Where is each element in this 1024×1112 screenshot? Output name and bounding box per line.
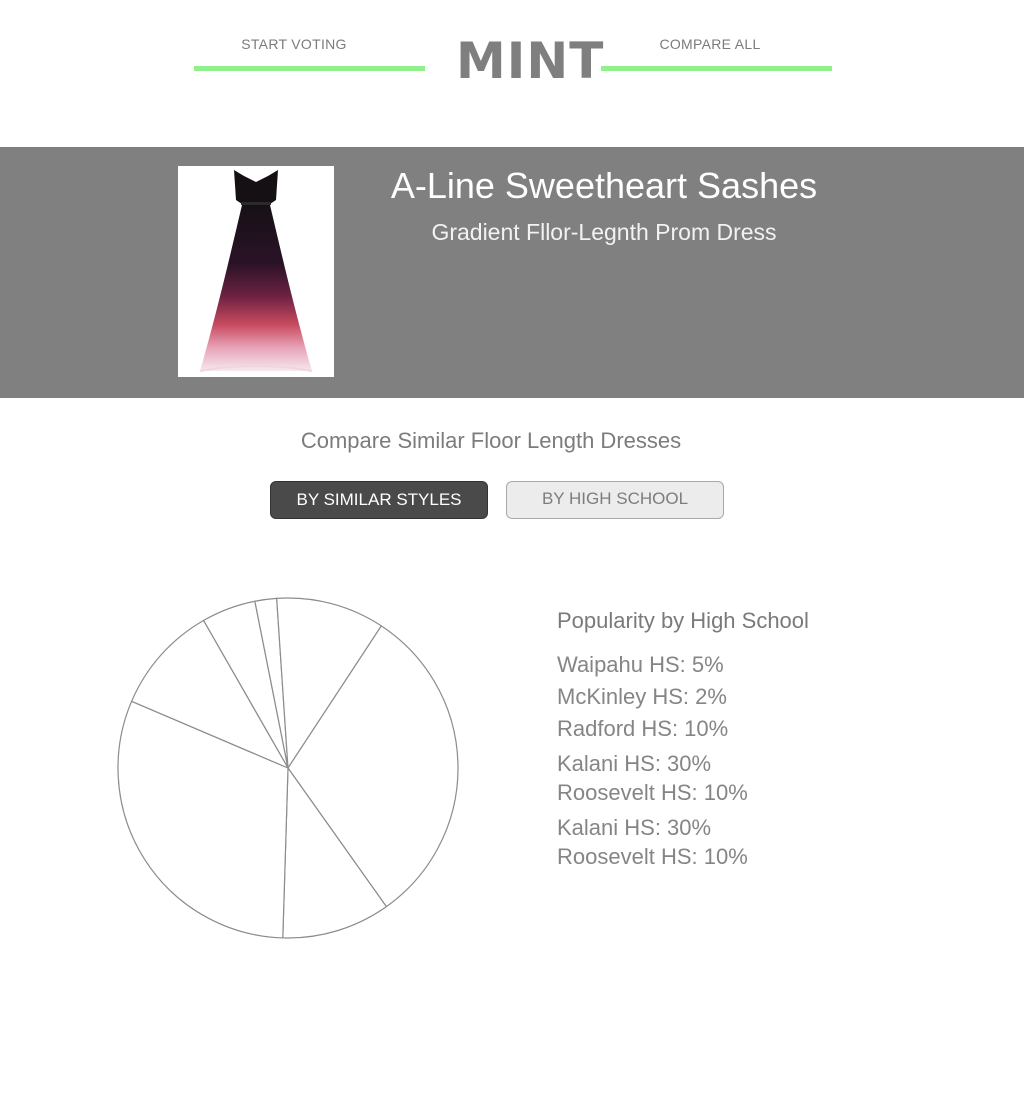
product-subtitle: Gradient Fllor-Legnth Prom Dress [431,219,777,245]
dress-image [178,166,334,377]
popularity-pie-chart [117,597,459,939]
product-title: A-Line Sweetheart Sashes [390,165,818,206]
popularity-item: McKinley HS: 2% [557,684,727,709]
popularity-item: Radford HS: 10% [557,716,729,741]
popularity-item: Roosevelt HS: 10% [557,844,748,869]
tab-high-school[interactable]: BY HIGH SCHOOL [506,481,724,519]
start-voting-link[interactable]: START VOTING [194,36,394,52]
popularity-title: Popularity by High School [557,608,809,633]
popularity-item: Kalani HS: 30% [557,815,712,840]
compare-all-underline [601,66,832,71]
tab-similar-styles[interactable]: BY SIMILAR STYLES [270,481,488,519]
popularity-item: Roosevelt HS: 10% [557,780,748,805]
dress-illustration [199,170,313,372]
popularity-item: Waipahu HS: 5% [557,652,724,677]
product-banner: A-Line Sweetheart Sashes Gradient Fllor-… [0,147,1024,398]
start-voting-underline [194,66,425,71]
compare-all-link[interactable]: COMPARE ALL [610,36,810,52]
compare-heading: Compare Similar Floor Length Dresses [300,428,682,453]
mint-logo[interactable]: MINT [456,36,603,86]
popularity-item: Kalani HS: 30% [557,751,712,776]
